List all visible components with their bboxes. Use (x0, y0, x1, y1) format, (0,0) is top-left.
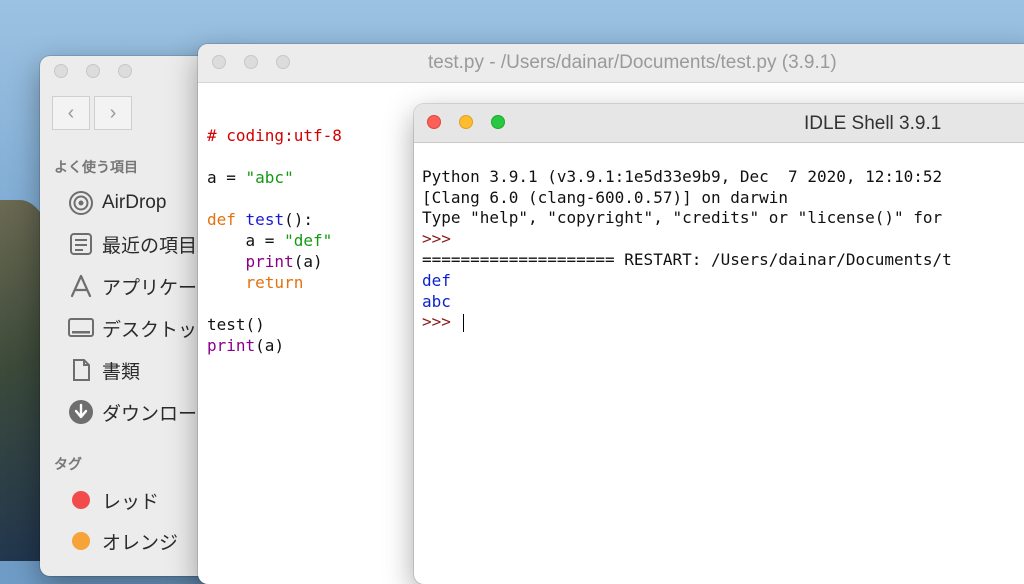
sidebar-item-label: デスクトッ (102, 319, 198, 341)
shell-title: IDLE Shell 3.9.1 (804, 113, 942, 134)
finder-minimize-button[interactable] (86, 64, 100, 78)
sidebar-item-airdrop[interactable]: AirDrop (66, 189, 166, 217)
sidebar-item-label: アプリケー (102, 277, 198, 299)
airdrop-icon (66, 189, 96, 217)
shell-line: Python 3.9.1 (v3.9.1:1e5d33e9b9, Dec 7 2… (422, 166, 943, 186)
code-line: test() (207, 315, 265, 334)
sidebar-item-label: AirDrop (102, 192, 167, 213)
editor-code-area[interactable]: # coding:utf-8 a = "abc" def test(): a =… (207, 104, 342, 398)
shell-close-button[interactable] (427, 115, 441, 129)
shell-output-line: def (422, 270, 451, 290)
shell-input-line[interactable]: >>> (422, 312, 952, 333)
code-line: def test(): (207, 210, 313, 229)
sidebar-tag-orange[interactable]: オレンジ (66, 527, 178, 555)
back-button[interactable]: ‹ (52, 96, 90, 130)
sidebar-item-label: 書類 (102, 361, 141, 383)
sidebar-item-label: オレンジ (102, 532, 179, 554)
downloads-icon (66, 398, 96, 426)
shell-zoom-button[interactable] (491, 115, 505, 129)
text-cursor (462, 313, 465, 332)
chevron-right-icon: › (109, 101, 117, 124)
desktop-icon (66, 314, 96, 342)
sidebar-item-label: 最近の項目 (102, 235, 198, 257)
shell-titlebar[interactable]: IDLE Shell 3.9.1 (414, 104, 1024, 143)
sidebar-item-recents[interactable]: 最近の項目 (66, 230, 197, 258)
shell-prompt: >>> (422, 229, 451, 249)
sidebar-item-label: レッド (102, 491, 160, 513)
editor-minimize-button[interactable] (244, 55, 258, 69)
code-line: a = "def" (207, 231, 333, 250)
sidebar-item-documents[interactable]: 書類 (66, 356, 140, 384)
applications-icon (66, 272, 96, 300)
chevron-left-icon: ‹ (67, 101, 75, 124)
sidebar-tag-red[interactable]: レッド (66, 486, 159, 514)
sidebar-item-downloads[interactable]: ダウンロー (66, 398, 197, 426)
shell-output-area[interactable]: Python 3.9.1 (v3.9.1:1e5d33e9b9, Dec 7 2… (422, 146, 952, 375)
editor-titlebar[interactable]: test.py - /Users/dainar/Documents/test.p… (198, 44, 1024, 83)
sidebar-item-label: ダウンロー (102, 403, 198, 425)
code-line: print(a) (207, 336, 285, 355)
favorites-header: よく使う項目 (54, 159, 138, 175)
shell-output-line: abc (422, 291, 451, 311)
finder-zoom-button[interactable] (118, 64, 132, 78)
code-line: # coding:utf-8 (207, 126, 342, 145)
shell-line: [Clang 6.0 (clang-600.0.57)] on darwin (422, 187, 789, 207)
orange-tag-icon (66, 527, 96, 555)
sidebar-item-desktop[interactable]: デスクトッ (66, 314, 197, 342)
recents-icon (66, 230, 96, 258)
editor-zoom-button[interactable] (276, 55, 290, 69)
editor-close-button[interactable] (212, 55, 226, 69)
code-line: return (245, 273, 304, 292)
forward-button[interactable]: › (94, 96, 132, 130)
code-line: print(a) (245, 252, 323, 271)
shell-line: Type "help", "copyright", "credits" or "… (422, 208, 943, 228)
documents-icon (66, 356, 96, 384)
shell-minimize-button[interactable] (459, 115, 473, 129)
tags-header: タグ (54, 456, 82, 472)
editor-title: test.py - /Users/dainar/Documents/test.p… (428, 52, 837, 73)
code-line: a = "abc" (207, 168, 294, 187)
shell-window: IDLE Shell 3.9.1 Python 3.9.1 (v3.9.1:1e… (414, 104, 1024, 584)
finder-close-button[interactable] (54, 64, 68, 78)
red-tag-icon (66, 486, 96, 514)
sidebar-item-applications[interactable]: アプリケー (66, 272, 197, 300)
shell-prompt: >>> (422, 312, 461, 332)
shell-line: ==================== RESTART: /Users/dai… (422, 249, 952, 269)
